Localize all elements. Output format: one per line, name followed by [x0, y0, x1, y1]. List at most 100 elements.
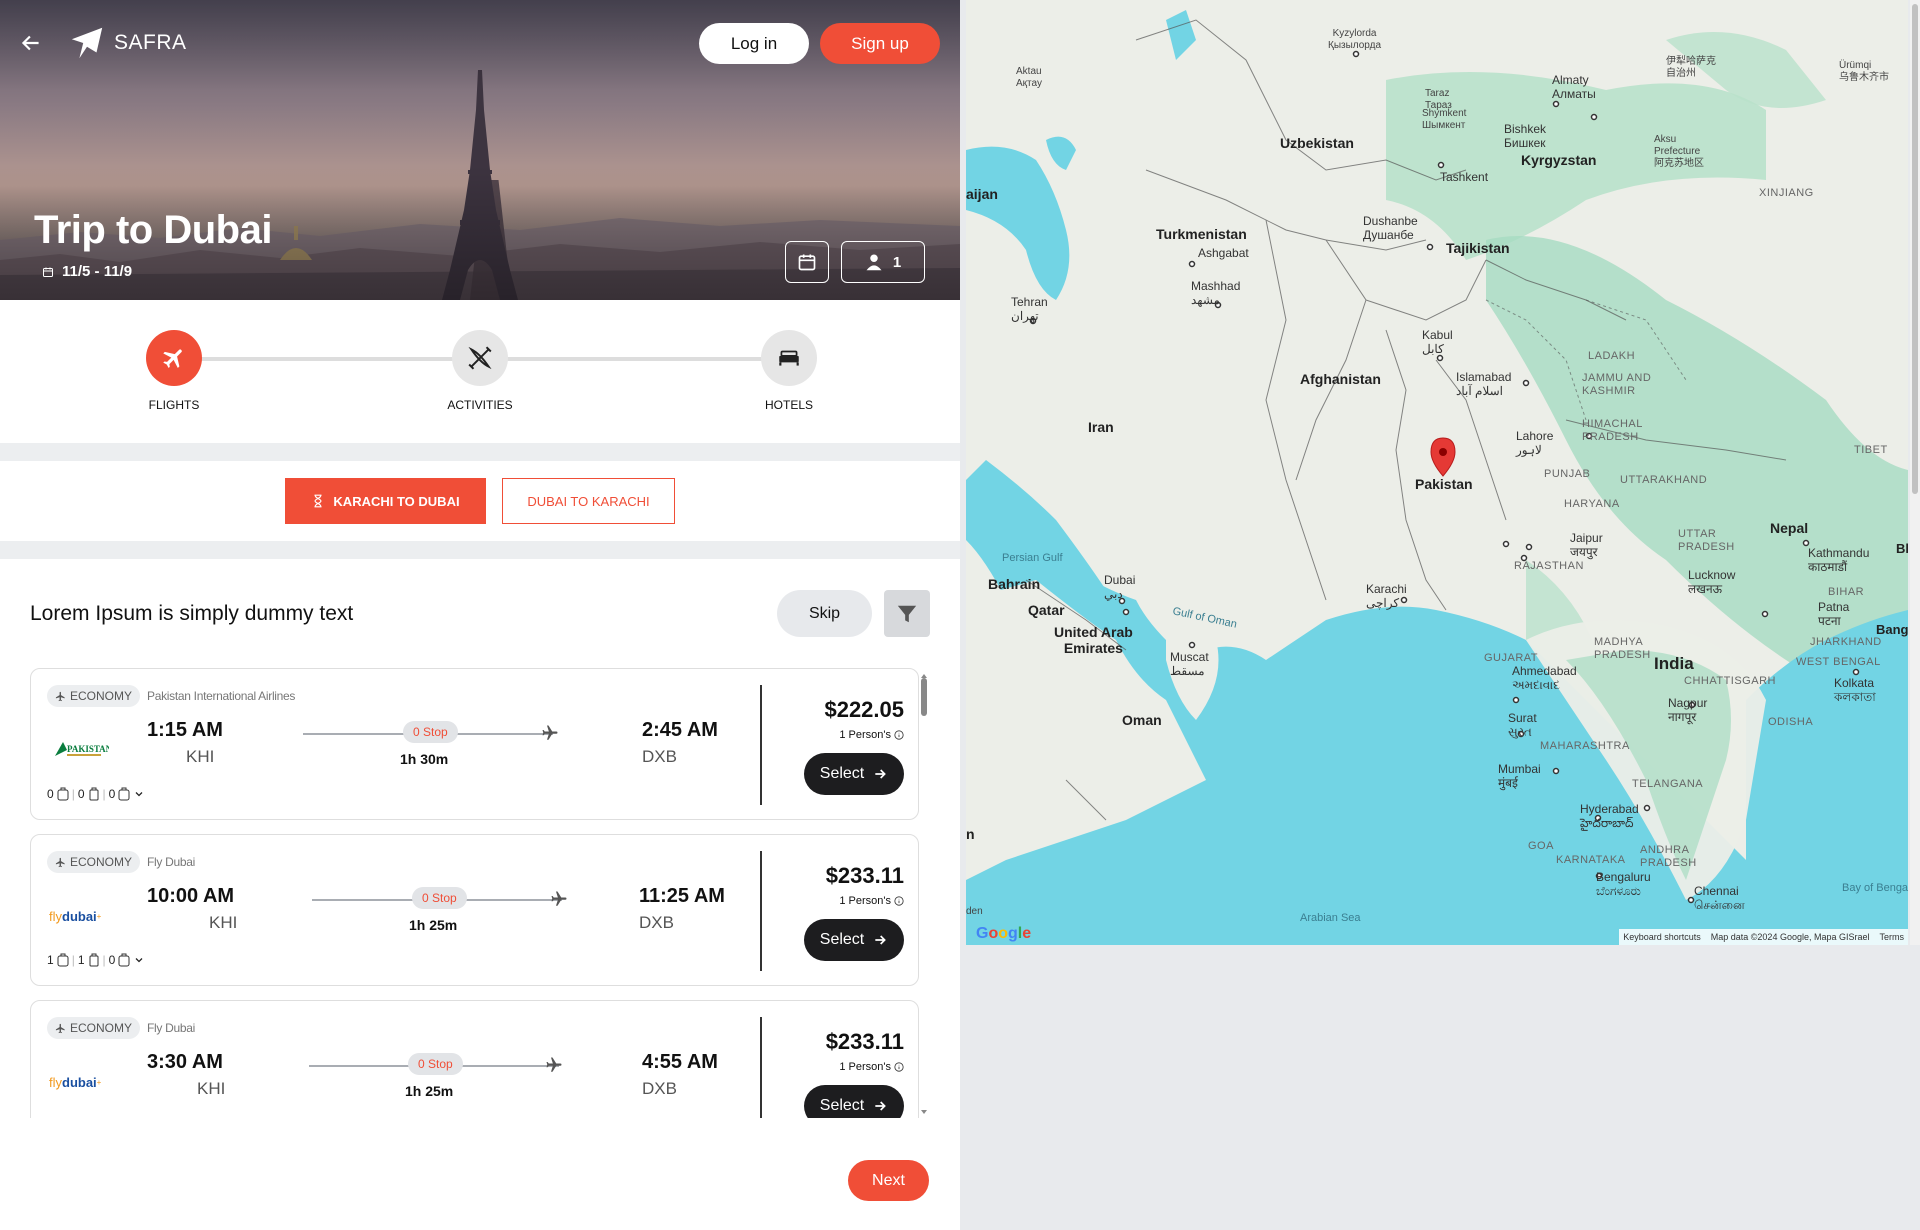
flight-results-list[interactable]: ECONOMY Pakistan International Airlines … — [30, 668, 930, 1118]
map-scrollbar-thumb[interactable] — [1912, 4, 1918, 494]
next-button[interactable]: Next — [848, 1160, 929, 1201]
map-label: MADHYA PRADESH — [1594, 636, 1651, 661]
map-marker-label: Pakistan — [1415, 476, 1473, 492]
map-label: Patna पटना — [1818, 600, 1850, 628]
baggage-info[interactable]: 0 | 0 | 0 — [47, 787, 145, 801]
price: $233.11 — [825, 1029, 904, 1054]
step-flights-label: FLIGHTS — [148, 398, 200, 412]
google-map[interactable]: Kyzylorda Қызылорда Aktau Ақтау Taraz Тараз… — [966, 0, 1908, 945]
step-flights[interactable]: FLIGHTS — [114, 330, 234, 412]
persons-text: 1 Person's — [839, 729, 891, 741]
map-label: Nagpur नागपूर — [1668, 696, 1708, 724]
calendar-icon — [798, 254, 816, 271]
map-label: Bh — [1896, 541, 1908, 556]
price: $222.05 — [824, 697, 904, 722]
airline-name: Pakistan International Airlines — [147, 689, 296, 703]
map-label: Shymkent Шымкент — [1422, 108, 1467, 131]
passenger-count-button[interactable]: 1 — [841, 241, 925, 283]
plane-icon — [55, 1023, 65, 1033]
map-label: GOA — [1528, 840, 1554, 852]
login-button[interactable]: Log in — [699, 23, 809, 64]
flydubai-logo: fly dubai + — [49, 1074, 102, 1090]
kayak-icon — [468, 346, 492, 370]
map-label: HIMACHAL PRADESH — [1582, 418, 1643, 443]
map-label: Jaipur जयपुर — [1570, 531, 1603, 559]
brand-name: SAFRA — [114, 31, 187, 54]
map-label: Bengaluru ಬೆಂಗಳೂರು — [1596, 870, 1651, 898]
map-label: RAJASTHAN — [1514, 560, 1584, 572]
flight-card: ECONOMY Fly Dubai fly dubai + 3:30 AM KHI … — [30, 1000, 919, 1118]
arrival-time: 4:55 AM — [642, 1051, 718, 1073]
backpack-icon — [57, 953, 69, 967]
map-base — [966, 0, 1908, 945]
card-divider — [760, 1017, 762, 1118]
cabin-class-badge: ECONOMY — [47, 1017, 141, 1039]
trip-panel: SAFRA Log in Sign up Trip to Dubai 11/5 … — [0, 0, 960, 1230]
step-activities[interactable]: ACTIVITIES — [420, 330, 540, 412]
select-flight-button[interactable]: Select — [804, 753, 904, 795]
carry-on-count: 1 — [77, 953, 85, 967]
map-label: TELANGANA — [1632, 778, 1704, 790]
price: $233.11 — [825, 863, 904, 888]
select-flight-button[interactable]: Select — [804, 919, 904, 961]
carry-on-bag-icon — [89, 953, 98, 967]
cabin-class-badge: ECONOMY — [47, 851, 141, 873]
tab-karachi-to-dubai-label: KARACHI TO DUBAI — [333, 493, 460, 509]
map-label: ANDHRA PRADESH — [1640, 844, 1697, 869]
map-label: Tashkent — [1440, 170, 1489, 184]
person-icon — [866, 254, 882, 271]
date-picker-button[interactable] — [785, 241, 829, 283]
map-label: BIHAR — [1828, 586, 1865, 598]
brand-logo[interactable]: SAFRA — [68, 24, 187, 62]
map-label: United Arab Emirates — [1054, 624, 1133, 656]
filter-button[interactable] — [884, 590, 930, 637]
terms-link[interactable]: Terms — [1880, 932, 1905, 942]
map-label: Dushanbe Душанбе — [1363, 214, 1418, 242]
carry-on-count: 0 — [77, 787, 85, 801]
departure-time: 10:00 AM — [147, 885, 235, 907]
chevron-down-icon — [135, 792, 143, 797]
results-scrollbar[interactable] — [920, 670, 928, 1118]
signup-button[interactable]: Sign up — [820, 23, 940, 64]
trip-dates: 11/5 - 11/9 — [42, 263, 132, 280]
select-flight-button[interactable]: Select — [804, 1085, 904, 1118]
tab-dubai-to-karachi[interactable]: DUBAI TO KARACHI — [502, 478, 675, 524]
map-label: Arabian Sea — [1300, 912, 1361, 924]
map-label: MAHARASHTRA — [1540, 740, 1630, 752]
map-attribution: Keyboard shortcuts Map data ©2024 Google… — [1619, 929, 1908, 945]
plane-icon — [163, 349, 182, 368]
map-label: HARYANA — [1564, 498, 1620, 510]
departure-code: KHI — [197, 1079, 226, 1098]
step-hotels[interactable]: HOTELS — [729, 330, 849, 412]
map-label: Aktau Ақтау — [1016, 66, 1042, 89]
baggage-info[interactable]: 1 | 1 | 0 — [47, 953, 145, 967]
arrival-time: 2:45 AM — [642, 719, 718, 741]
map-label: Ashgabat — [1198, 246, 1249, 260]
carry-on-bag-icon — [89, 787, 98, 801]
keyboard-shortcuts-link[interactable]: Keyboard shortcuts — [1623, 932, 1701, 942]
map-label: Dubai دبي — [1104, 573, 1136, 601]
passenger-count: 1 — [892, 253, 902, 271]
plane-icon — [55, 691, 65, 701]
section-divider — [0, 443, 960, 461]
results-scrollbar-thumb[interactable] — [921, 678, 927, 716]
step-activities-circle — [452, 330, 508, 386]
map-label: Lucknow लखनऊ — [1688, 568, 1736, 596]
chevron-down-icon — [135, 958, 143, 963]
persons-text: 1 Person's — [839, 895, 891, 907]
map-label: Kolkata কলকাতা — [1834, 676, 1876, 704]
map-label: JAMMU AND KASHMIR — [1582, 372, 1652, 397]
step-hotels-circle — [761, 330, 817, 386]
back-arrow-icon[interactable] — [18, 30, 44, 56]
map-label: den — [966, 906, 983, 917]
info-icon — [894, 730, 904, 740]
duration: 1h 30m — [400, 751, 449, 767]
tab-karachi-to-dubai[interactable]: KARACHI TO DUBAI — [285, 478, 486, 524]
map-label: India — [1654, 654, 1694, 673]
skip-button[interactable]: Skip — [777, 590, 872, 637]
map-label: Karachi کراچی — [1366, 582, 1407, 610]
checked-bag-icon — [118, 787, 130, 801]
map-label: Bahrain — [988, 576, 1041, 592]
arrow-right-icon — [875, 1101, 887, 1111]
map-label: CHHATTISGARH — [1684, 675, 1776, 687]
